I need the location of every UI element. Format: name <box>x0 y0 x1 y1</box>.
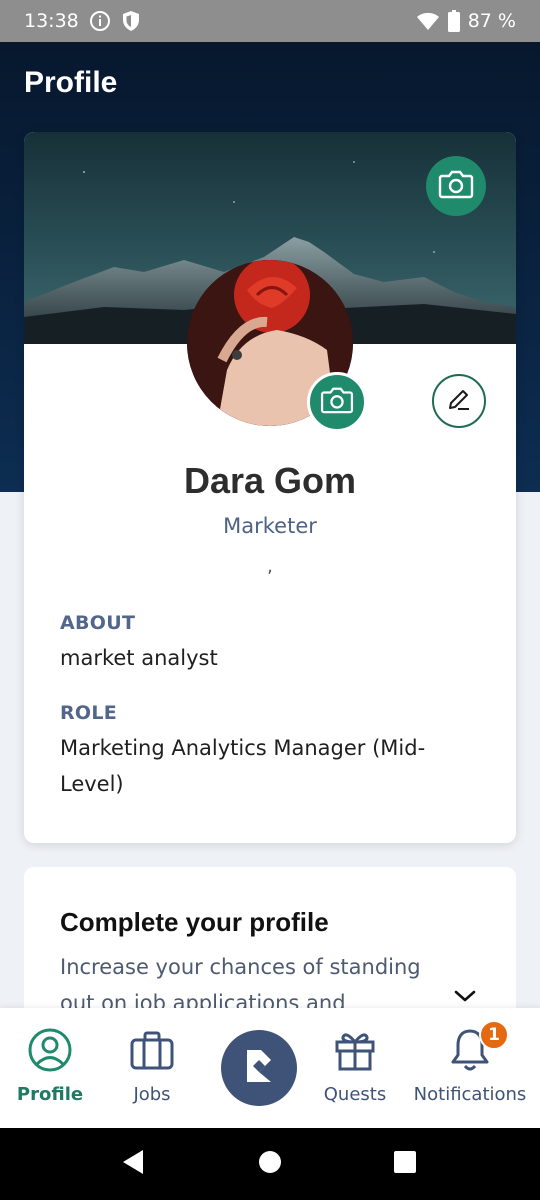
pencil-icon <box>446 386 472 416</box>
about-value: market analyst <box>60 646 218 670</box>
home-circle-icon <box>258 1150 282 1178</box>
status-time: 13:38 <box>24 10 79 32</box>
edit-profile-button[interactable] <box>432 374 486 428</box>
nav-item-profile[interactable]: Profile <box>10 1008 90 1128</box>
chevron-down-icon <box>453 988 477 1008</box>
role-value: Marketing Analytics Manager (Mid-Level) <box>60 736 426 796</box>
change-avatar-button[interactable] <box>307 372 367 432</box>
profile-title: Marketer <box>223 514 317 538</box>
battery-icon <box>447 10 460 32</box>
bell-icon: 1 <box>449 1020 509 1074</box>
page-title: Profile <box>24 66 118 99</box>
complete-profile-title: Complete your profile <box>60 907 329 937</box>
recents-button[interactable] <box>370 1128 440 1200</box>
bottom-navigation: Profile Jobs Quests 1 Notifications <box>0 1008 540 1128</box>
profile-name: Dara Gom <box>183 460 357 501</box>
nav-label-jobs: Jobs <box>133 1084 171 1105</box>
back-button[interactable] <box>98 1128 168 1200</box>
change-cover-button[interactable] <box>426 156 486 216</box>
role-label: ROLE <box>60 702 118 724</box>
user-circle-icon <box>27 1026 73 1074</box>
nav-item-quests[interactable]: Quests <box>315 1008 395 1128</box>
info-icon <box>89 10 111 32</box>
battery-level: 87 % <box>467 10 516 32</box>
recents-square-icon <box>394 1151 416 1177</box>
status-bar: 13:38 87 % <box>0 0 540 42</box>
shield-icon <box>121 10 141 32</box>
home-button[interactable] <box>235 1128 305 1200</box>
home-logo-button[interactable] <box>221 1030 297 1106</box>
camera-icon <box>320 386 354 418</box>
camera-icon <box>438 169 474 203</box>
gift-icon <box>332 1026 378 1074</box>
complete-profile-card[interactable]: Complete your profile Increase your chan… <box>24 867 516 1017</box>
nav-item-jobs[interactable]: Jobs <box>112 1008 192 1128</box>
nav-label-profile: Profile <box>16 1084 84 1105</box>
nav-label-notifications: Notifications <box>413 1084 527 1105</box>
nav-item-notifications[interactable]: 1 Notifications <box>405 1008 535 1128</box>
complete-profile-description: Increase your chances of standing out on… <box>60 955 421 1015</box>
about-label: ABOUT <box>60 612 136 634</box>
system-navigation-bar <box>0 1128 540 1200</box>
back-triangle-icon <box>121 1149 145 1179</box>
nav-label-quests: Quests <box>323 1084 387 1105</box>
profile-card: Dara Gom Marketer , ABOUT market analyst… <box>24 132 516 843</box>
notification-badge: 1 <box>479 1020 509 1050</box>
briefcase-icon <box>129 1026 175 1074</box>
wifi-icon <box>416 11 440 31</box>
profile-location: , <box>267 556 273 577</box>
app-logo-icon <box>239 1046 279 1090</box>
